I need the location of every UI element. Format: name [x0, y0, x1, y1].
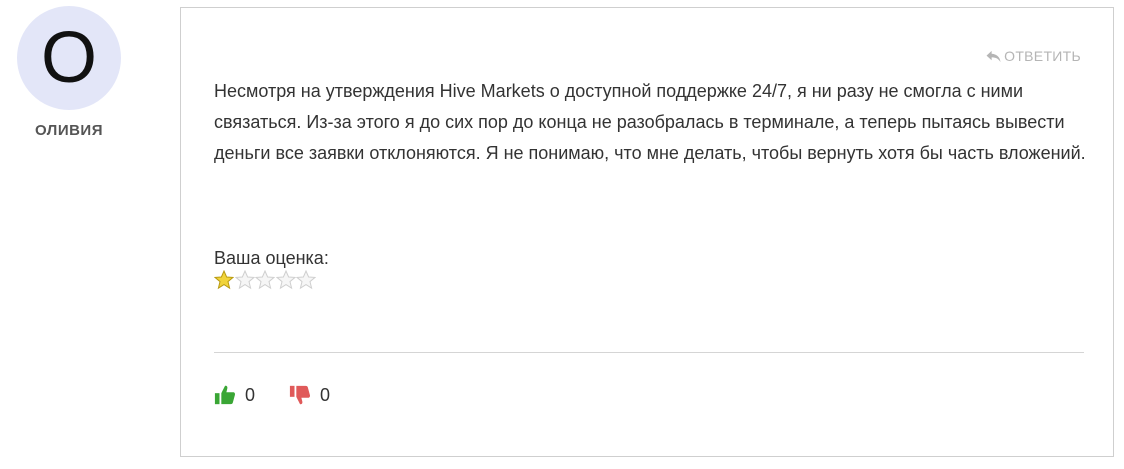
- comment-text: Несмотря на утверждения Hive Markets о д…: [214, 81, 1086, 163]
- avatar: О: [17, 6, 121, 110]
- star-empty-icon[interactable]: [296, 270, 316, 290]
- dislike-button[interactable]: 0: [289, 384, 330, 406]
- thumbs-up-icon: [214, 385, 236, 405]
- rating-label: Ваша оценка:: [214, 248, 329, 268]
- thumbs-down-icon: [289, 385, 311, 405]
- star-empty-icon[interactable]: [255, 270, 275, 290]
- divider: [214, 352, 1084, 353]
- dislike-count: 0: [320, 384, 331, 405]
- author-name: ОЛИВИЯ: [35, 122, 103, 139]
- reply-button[interactable]: ОТВЕТИТЬ: [986, 48, 1081, 64]
- like-count: 0: [245, 384, 256, 405]
- vote-bar: 0 0: [214, 384, 330, 406]
- star-filled-icon[interactable]: [214, 270, 234, 290]
- comment-card: ОТВЕТИТЬ Несмотря на утверждения Hive Ma…: [180, 7, 1114, 457]
- reply-icon: [986, 50, 1001, 62]
- star-empty-icon[interactable]: [234, 270, 255, 290]
- avatar-initial: О: [40, 18, 97, 98]
- star-rating[interactable]: [214, 270, 317, 290]
- comment-author: О ОЛИВИЯ: [12, 6, 126, 139]
- like-button[interactable]: 0: [214, 384, 255, 406]
- reply-label: ОТВЕТИТЬ: [1004, 48, 1081, 64]
- star-empty-icon[interactable]: [275, 270, 296, 290]
